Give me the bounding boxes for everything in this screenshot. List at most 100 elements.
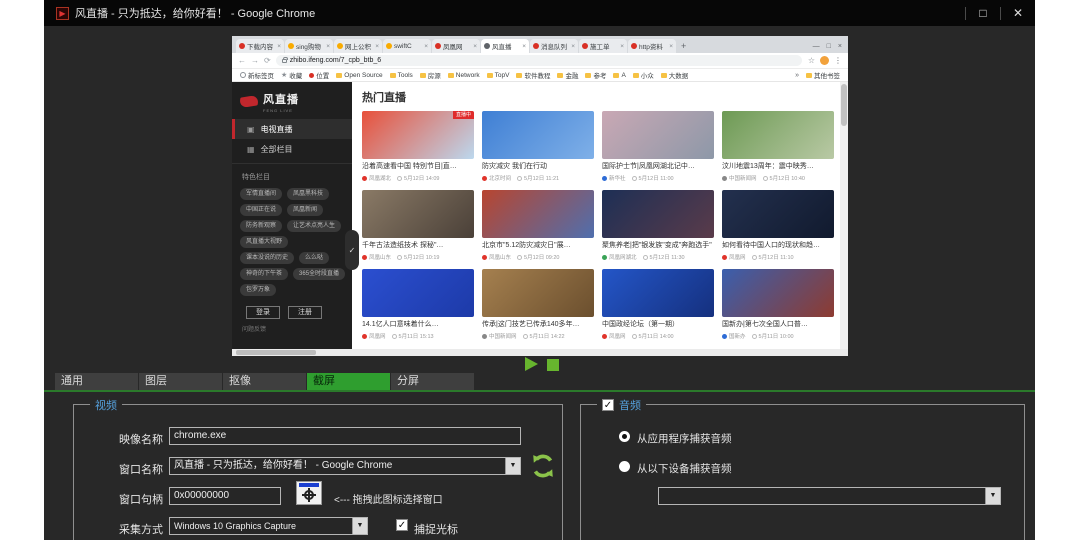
video-card[interactable]: 国新办|第七次全国人口普…国新办5月11日 10:00 xyxy=(722,269,834,340)
category-tag[interactable]: 么么哒 xyxy=(299,252,329,264)
chevron-down-icon[interactable]: ▼ xyxy=(985,488,1000,504)
chevron-down-icon[interactable]: ▼ xyxy=(352,518,367,534)
minimize-icon[interactable]: — xyxy=(813,43,820,50)
maximize-icon[interactable]: □ xyxy=(827,43,831,50)
bookmark-item[interactable]: 金融 xyxy=(557,70,578,80)
sidebar-menu-item[interactable]: ▣电视直播 xyxy=(232,119,352,139)
bookmark-item[interactable]: Network xyxy=(448,72,480,79)
scrollbar-thumb[interactable] xyxy=(841,84,847,126)
audio-from-app-radio[interactable] xyxy=(619,431,630,442)
video-card[interactable]: 防灾减灾 我们在行动北京时间5月12日 11:21 xyxy=(482,111,594,182)
category-tag[interactable]: 防务新观察 xyxy=(240,220,282,232)
url-field[interactable]: zhibo.ifeng.com/7_cpb_btb_6 xyxy=(276,55,802,66)
close-button[interactable]: ✕ xyxy=(1009,6,1027,20)
bookmark-item[interactable]: A xyxy=(613,72,625,79)
site-logo[interactable]: 风直播 FENG LIVE xyxy=(232,86,352,119)
maximize-button[interactable]: □ xyxy=(974,6,992,20)
tab-close-icon[interactable]: × xyxy=(669,43,673,50)
browser-tab[interactable]: 风直播× xyxy=(481,39,529,53)
register-button[interactable]: 注册 xyxy=(288,306,322,319)
bookmark-item[interactable]: Tools xyxy=(390,72,413,79)
video-card[interactable]: 直播中沿着高速看中国 特别节目|直…凤凰湖北5月12日 14:09 xyxy=(362,111,474,182)
video-card[interactable]: 14.1亿人口意味着什么…凤凰网5月11日 15:13 xyxy=(362,269,474,340)
scrollbar-thumb[interactable] xyxy=(236,350,316,355)
bookmarks-overflow-icon[interactable]: » xyxy=(795,72,799,79)
bookmark-item[interactable]: 新标签页 xyxy=(240,70,274,80)
menu-kebab-icon[interactable]: ⋮ xyxy=(834,56,842,65)
other-bookmarks[interactable]: 其他书签 xyxy=(806,70,840,80)
mode-tab-截屏[interactable]: 截屏 xyxy=(307,373,390,390)
bookmark-item[interactable]: 位置 xyxy=(309,70,329,80)
login-button[interactable]: 登录 xyxy=(246,306,280,319)
category-tag[interactable]: 神奇的下午茶 xyxy=(240,268,288,280)
window-finder-icon[interactable] xyxy=(296,481,322,505)
audio-from-device-radio[interactable] xyxy=(619,461,630,472)
browser-tab[interactable]: 消息队列× xyxy=(530,39,578,53)
tab-close-icon[interactable]: × xyxy=(522,43,526,50)
bookmark-item[interactable]: TopV xyxy=(487,72,510,79)
audio-device-select[interactable]: ▼ xyxy=(658,487,1001,505)
video-card[interactable]: 北京市"5.12防灾减灾日"展…凤凰山东5月12日 09:20 xyxy=(482,190,594,261)
browser-tab[interactable]: http资料× xyxy=(628,39,676,53)
refresh-window-list-icon[interactable] xyxy=(530,453,556,479)
close-icon[interactable]: × xyxy=(838,43,842,50)
sidebar-flyout-check[interactable]: ✓ xyxy=(345,230,359,270)
back-icon[interactable]: ← xyxy=(238,56,246,65)
bookmark-item[interactable]: 小众 xyxy=(633,70,654,80)
play-button[interactable] xyxy=(525,357,538,371)
sidebar-menu-item[interactable]: ▦全部栏目 xyxy=(232,139,352,159)
mode-tab-通用[interactable]: 通用 xyxy=(55,373,138,390)
page-vertical-scrollbar[interactable] xyxy=(840,82,848,349)
category-tag[interactable]: 包罗万象 xyxy=(240,284,276,296)
video-card[interactable]: 传承|这门技艺已传承140多年…中国新闻网5月11日 14:22 xyxy=(482,269,594,340)
browser-tab[interactable]: swiftC× xyxy=(383,39,431,53)
browser-tab[interactable]: 凤凰网× xyxy=(432,39,480,53)
video-card[interactable]: 中国政经论坛（第一期）凤凰网5月11日 14:00 xyxy=(602,269,714,340)
window-handle-input[interactable]: 0x00000000 xyxy=(169,487,281,505)
window-name-select[interactable]: 风直播 - 只为抵达，给你好看！ - Google Chrome ▼ xyxy=(169,457,521,475)
stop-button[interactable] xyxy=(547,359,559,371)
reload-icon[interactable]: ⟳ xyxy=(264,56,271,65)
category-tag[interactable]: 凤凰新闻 xyxy=(287,204,323,216)
chevron-down-icon[interactable]: ▼ xyxy=(505,458,520,474)
tab-close-icon[interactable]: × xyxy=(277,43,281,50)
capture-cursor-checkbox[interactable]: ✓ xyxy=(396,519,408,531)
mode-tab-抠像[interactable]: 抠像 xyxy=(223,373,306,390)
forward-icon[interactable]: → xyxy=(251,56,259,65)
bookmark-item[interactable]: Open Source xyxy=(336,72,382,79)
tab-close-icon[interactable]: × xyxy=(571,43,575,50)
feedback-link[interactable]: 问题反馈 xyxy=(232,319,352,333)
category-tag[interactable]: 风直播大视野 xyxy=(240,236,288,248)
mode-tab-分屏[interactable]: 分屏 xyxy=(391,373,474,390)
bookmark-item[interactable]: 大数据 xyxy=(661,70,689,80)
tab-close-icon[interactable]: × xyxy=(424,43,428,50)
browser-tab[interactable]: 下载内容× xyxy=(236,39,284,53)
video-card[interactable]: 国际护士节|凤凰网湖北记中…新华社5月12日 11:00 xyxy=(602,111,714,182)
video-card[interactable]: 汶川地震13周年：震中映秀…中国新闻网5月12日 10:40 xyxy=(722,111,834,182)
new-tab-button[interactable]: + xyxy=(681,41,686,51)
bookmark-item[interactable]: 软件教程 xyxy=(516,70,550,80)
category-tag[interactable]: 军情直播间 xyxy=(240,188,282,200)
tab-close-icon[interactable]: × xyxy=(473,43,477,50)
video-card[interactable]: 千年古法造纸技术 探秘"…凤凰山东5月12日 10:19 xyxy=(362,190,474,261)
image-name-input[interactable]: chrome.exe xyxy=(169,427,521,445)
video-card[interactable]: 聚焦养老|把"银发族"变成"奔跑选手"凤凰网湖北5月12日 11:30 xyxy=(602,190,714,261)
capture-method-select[interactable]: Windows 10 Graphics Capture ▼ xyxy=(169,517,368,535)
category-tag[interactable]: 365全时段直播 xyxy=(293,268,345,280)
category-tag[interactable]: 课本没说的历史 xyxy=(240,252,294,264)
browser-tab[interactable]: sing购物× xyxy=(285,39,333,53)
audio-enabled-checkbox[interactable]: ✓ xyxy=(602,399,614,411)
bookmark-star-icon[interactable]: ☆ xyxy=(808,56,815,65)
profile-avatar[interactable] xyxy=(820,56,829,65)
category-tag[interactable]: 让艺术点亮人生 xyxy=(287,220,341,232)
bookmark-item[interactable]: 参考 xyxy=(585,70,606,80)
tab-close-icon[interactable]: × xyxy=(375,43,379,50)
category-tag[interactable]: 凤凰黑科技 xyxy=(287,188,329,200)
bookmark-item[interactable]: ★收藏 xyxy=(281,70,302,80)
mode-tab-图层[interactable]: 图层 xyxy=(139,373,222,390)
tab-close-icon[interactable]: × xyxy=(326,43,330,50)
video-card[interactable]: 如何看待中国人口的现状和趋…凤凰网5月12日 11:10 xyxy=(722,190,834,261)
category-tag[interactable]: 中国正在说 xyxy=(240,204,282,216)
page-horizontal-scrollbar[interactable] xyxy=(232,349,848,356)
bookmark-item[interactable]: 房源 xyxy=(420,70,441,80)
